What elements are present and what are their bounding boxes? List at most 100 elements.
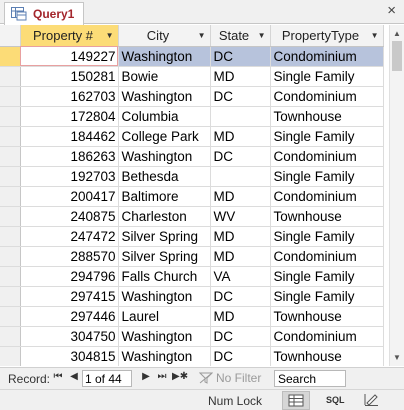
cell-city[interactable]: Washington: [118, 146, 211, 167]
first-record-icon[interactable]: ⏮: [52, 371, 64, 382]
row-selector[interactable]: [0, 226, 21, 247]
search-input[interactable]: Search: [274, 370, 346, 387]
table-row[interactable]: 288570 Silver Spring MD Condominium: [0, 246, 384, 267]
cell-state[interactable]: MD: [210, 186, 271, 207]
cell-state[interactable]: VA: [210, 266, 271, 287]
scrollbar-thumb[interactable]: [392, 41, 402, 71]
row-selector[interactable]: [0, 86, 21, 107]
scroll-up-icon[interactable]: ▲: [393, 29, 401, 38]
cell-property-number[interactable]: 192703: [20, 166, 119, 187]
cell-property-number[interactable]: 172804: [20, 106, 119, 127]
cell-property-type[interactable]: Single Family: [270, 266, 384, 287]
cell-property-number[interactable]: 294796: [20, 266, 119, 287]
row-selector[interactable]: [0, 306, 21, 327]
table-row[interactable]: 150281 Bowie MD Single Family: [0, 66, 384, 87]
table-row[interactable]: 240875 Charleston WV Townhouse: [0, 206, 384, 227]
cell-state[interactable]: DC: [210, 346, 271, 366]
cell-property-number[interactable]: 200417: [20, 186, 119, 207]
row-selector[interactable]: [0, 346, 21, 366]
column-header-state[interactable]: State ▼: [210, 25, 271, 47]
cell-state[interactable]: [210, 166, 271, 187]
cell-property-type[interactable]: Single Family: [270, 126, 384, 147]
cell-city[interactable]: Columbia: [118, 106, 211, 127]
cell-property-number[interactable]: 247472: [20, 226, 119, 247]
cell-property-number[interactable]: 186263: [20, 146, 119, 167]
cell-property-number[interactable]: 288570: [20, 246, 119, 267]
cell-state[interactable]: DC: [210, 146, 271, 167]
row-selector[interactable]: [0, 266, 21, 287]
last-record-icon[interactable]: ⏭: [156, 371, 168, 382]
cell-property-number[interactable]: 297446: [20, 306, 119, 327]
row-selector[interactable]: [0, 246, 21, 267]
column-header-property-type[interactable]: PropertyType ▼: [270, 25, 384, 47]
cell-state[interactable]: [210, 106, 271, 127]
cell-property-type[interactable]: Townhouse: [270, 346, 384, 366]
cell-property-number[interactable]: 297415: [20, 286, 119, 307]
sql-view-button[interactable]: SQL: [326, 395, 345, 405]
column-header-property-number[interactable]: Property # ▼: [20, 25, 119, 47]
cell-city[interactable]: Bethesda: [118, 166, 211, 187]
cell-city[interactable]: Silver Spring: [118, 226, 211, 247]
cell-city[interactable]: College Park: [118, 126, 211, 147]
cell-state[interactable]: WV: [210, 206, 271, 227]
cell-property-type[interactable]: Single Family: [270, 66, 384, 87]
row-selector[interactable]: [0, 166, 21, 187]
cell-property-number[interactable]: 304815: [20, 346, 119, 366]
cell-city[interactable]: Washington: [118, 286, 211, 307]
row-selector[interactable]: [0, 126, 21, 147]
table-row[interactable]: 184462 College Park MD Single Family: [0, 126, 384, 147]
cell-state[interactable]: DC: [210, 326, 271, 347]
cell-state[interactable]: DC: [210, 86, 271, 107]
cell-property-number[interactable]: 304750: [20, 326, 119, 347]
table-row[interactable]: 297415 Washington DC Single Family: [0, 286, 384, 307]
table-row[interactable]: 304750 Washington DC Condominium: [0, 326, 384, 347]
cell-property-number[interactable]: 149227: [20, 46, 119, 67]
row-selector[interactable]: [0, 106, 21, 127]
new-record-icon[interactable]: ▶✱: [172, 371, 188, 382]
cell-property-type[interactable]: Condominium: [270, 46, 384, 67]
cell-city[interactable]: Washington: [118, 86, 211, 107]
row-selector[interactable]: [0, 186, 21, 207]
cell-city[interactable]: Falls Church: [118, 266, 211, 287]
table-row[interactable]: 294796 Falls Church VA Single Family: [0, 266, 384, 287]
cell-property-number[interactable]: 150281: [20, 66, 119, 87]
cell-property-type[interactable]: Townhouse: [270, 206, 384, 227]
cell-state[interactable]: DC: [210, 286, 271, 307]
cell-state[interactable]: MD: [210, 246, 271, 267]
column-header-city[interactable]: City ▼: [118, 25, 211, 47]
cell-state[interactable]: MD: [210, 66, 271, 87]
cell-property-type[interactable]: Condominium: [270, 326, 384, 347]
cell-city[interactable]: Bowie: [118, 66, 211, 87]
design-view-button[interactable]: [358, 391, 386, 410]
row-selector[interactable]: [0, 66, 21, 87]
row-selector[interactable]: [0, 206, 21, 227]
vertical-scrollbar[interactable]: ▲ ▼: [389, 25, 404, 366]
row-selector[interactable]: [0, 286, 21, 307]
cell-state[interactable]: MD: [210, 306, 271, 327]
datasheet-view-button[interactable]: [282, 391, 310, 410]
cell-state[interactable]: MD: [210, 226, 271, 247]
cell-property-type[interactable]: Single Family: [270, 226, 384, 247]
select-all-button[interactable]: [0, 25, 21, 47]
table-row[interactable]: 162703 Washington DC Condominium: [0, 86, 384, 107]
column-filter-arrow-icon[interactable]: ▼: [198, 31, 206, 40]
cell-property-type[interactable]: Condominium: [270, 86, 384, 107]
cell-city[interactable]: Baltimore: [118, 186, 211, 207]
table-row[interactable]: 200417 Baltimore MD Condominium: [0, 186, 384, 207]
column-filter-arrow-icon[interactable]: ▼: [258, 31, 266, 40]
cell-property-number[interactable]: 162703: [20, 86, 119, 107]
cell-city[interactable]: Washington: [118, 326, 211, 347]
cell-city[interactable]: Washington: [118, 346, 211, 366]
next-record-icon[interactable]: ▶: [140, 371, 152, 382]
cell-property-number[interactable]: 240875: [20, 206, 119, 227]
cell-city[interactable]: Washington: [118, 46, 211, 67]
cell-state[interactable]: DC: [210, 46, 271, 67]
no-filter-button[interactable]: No Filter: [216, 371, 261, 385]
cell-property-type[interactable]: Single Family: [270, 166, 384, 187]
cell-property-type[interactable]: Condominium: [270, 186, 384, 207]
current-record-field[interactable]: 1 of 44: [82, 370, 132, 387]
cell-property-type[interactable]: Single Family: [270, 286, 384, 307]
close-icon[interactable]: ×: [387, 3, 396, 19]
cell-city[interactable]: Silver Spring: [118, 246, 211, 267]
column-filter-arrow-icon[interactable]: ▼: [106, 31, 114, 40]
